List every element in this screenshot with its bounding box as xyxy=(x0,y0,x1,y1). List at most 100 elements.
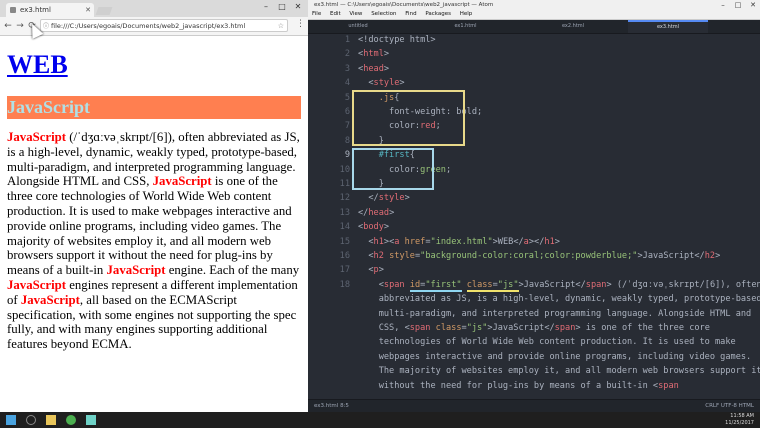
paragraph-text: engine. Each of the many xyxy=(165,263,300,278)
menu-help[interactable]: Help xyxy=(460,11,473,17)
editor-menubar: File Edit View Selection Find Packages H… xyxy=(308,10,760,20)
address-bar-url: file:///C:/Users/egoais/Documents/web2_j… xyxy=(51,22,246,30)
editor-tab[interactable]: ex2.html xyxy=(523,20,623,33)
forward-icon[interactable]: → xyxy=(14,19,26,33)
chrome-menu-icon[interactable]: ⋮ xyxy=(296,19,305,29)
line-number: 4 xyxy=(344,78,350,89)
line-number: 13 xyxy=(339,207,350,218)
code-line: <!doctype html> xyxy=(358,35,436,45)
browser-toolbar: ← → ⟳ ⓘ file:///C:/Users/egoais/Document… xyxy=(0,17,308,36)
line-number: 6 xyxy=(344,107,350,117)
code-line: CSS, <span class="js">JavaScript</span> … xyxy=(378,323,710,333)
maximize-icon[interactable]: □ xyxy=(731,0,745,10)
paragraph-text: is one of the three core technologies of… xyxy=(7,174,292,278)
chrome-icon[interactable] xyxy=(66,415,76,425)
new-tab-button[interactable] xyxy=(95,7,113,15)
browser-tabstrip: ex3.html ✕ – □ ✕ xyxy=(0,0,308,17)
clock-time: 11:58 AM xyxy=(730,413,754,419)
code-line: <style> xyxy=(368,78,405,89)
browser-tab-title: ex3.html xyxy=(20,6,51,14)
line-number: 8 xyxy=(344,135,350,146)
minimize-icon[interactable]: – xyxy=(716,0,730,10)
first-rule-highlight xyxy=(352,148,434,190)
system-clock: 11:58 AM 11/25/2017 xyxy=(725,413,754,427)
js-rule-highlight xyxy=(352,90,465,146)
editor-tabbar: untitled ex1.html ex2.html ex3.html xyxy=(308,20,760,34)
close-window-icon[interactable]: ✕ xyxy=(290,0,306,14)
js-keyword: JavaScript xyxy=(106,263,166,278)
page-icon xyxy=(10,7,16,13)
line-number: 3 xyxy=(344,63,350,74)
page-subheading: JavaScript xyxy=(7,96,301,119)
editor-window: ex3.html — C:\Users\egoais\Documents\web… xyxy=(308,0,760,412)
js-keyword: JavaScript xyxy=(20,292,80,307)
menu-find[interactable]: Find xyxy=(405,11,416,17)
code-line: without the need for plug-ins by means o… xyxy=(378,380,679,391)
editor-statusbar: ex3.html 8:5 CRLF UTF-8 HTML xyxy=(308,399,760,412)
browser-window: ex3.html ✕ – □ ✕ ← → ⟳ ⓘ file:///C:/User… xyxy=(0,0,308,412)
editor-tab[interactable]: untitled xyxy=(308,20,408,33)
line-number: 2 xyxy=(344,49,350,60)
code-line: webpages interactive and provide online … xyxy=(378,351,752,362)
line-number: 14 xyxy=(339,222,350,233)
code-line: </style> xyxy=(368,193,410,204)
menu-file[interactable]: File xyxy=(312,11,321,17)
line-number: 10 xyxy=(339,164,350,175)
code-line: <body> xyxy=(358,222,390,233)
line-number: 17 xyxy=(339,265,350,276)
status-left: ex3.html 8:5 xyxy=(314,403,349,409)
page-paragraph: JavaScript (/ˈdʒɑːvəˌskrɪpt/[6]), often … xyxy=(7,130,301,352)
minimize-icon[interactable]: – xyxy=(258,0,274,14)
line-number: 7 xyxy=(344,121,350,132)
code-editor[interactable]: 1 2 3 4 5 6 7 8 9 10 11 12 13 14 15 16 1… xyxy=(308,33,760,400)
line-number: 11 xyxy=(339,179,350,189)
editor-titlebar: ex3.html — C:\Users\egoais\Documents\web… xyxy=(308,0,760,10)
line-number: 9 xyxy=(344,150,350,161)
code-line: <p> xyxy=(368,265,384,276)
code-line: abbreviated as JS, is a high-level, dyna… xyxy=(378,294,760,305)
line-number: 16 xyxy=(339,251,350,261)
line-number: 12 xyxy=(339,193,350,204)
editor-title: ex3.html — C:\Users\egoais\Documents\web… xyxy=(314,2,494,8)
start-icon[interactable] xyxy=(6,415,16,425)
code-line: <html> xyxy=(358,49,390,60)
editor-tab-active[interactable]: ex3.html xyxy=(628,20,708,33)
atom-icon[interactable] xyxy=(86,415,96,425)
info-icon[interactable]: ⓘ xyxy=(43,20,49,31)
js-keyword: JavaScript xyxy=(7,277,67,292)
page-content: WEB JavaScript JavaScript (/ˈdʒɑːvəˌskrɪ… xyxy=(0,50,308,352)
code-line: </head> xyxy=(358,207,395,218)
status-right: CRLF UTF-8 HTML xyxy=(705,403,754,409)
menu-view[interactable]: View xyxy=(349,11,362,17)
close-window-icon[interactable]: ✕ xyxy=(746,0,760,10)
address-bar[interactable]: ⓘ file:///C:/Users/egoais/Documents/web2… xyxy=(40,19,288,32)
search-icon[interactable] xyxy=(26,415,36,425)
code-line: technologies of World Wide Web content p… xyxy=(378,337,736,348)
line-number: 15 xyxy=(339,236,350,247)
js-keyword: JavaScript xyxy=(7,130,67,144)
line-number: 1 xyxy=(344,35,350,45)
editor-tab[interactable]: ex1.html xyxy=(413,20,518,33)
browser-tab[interactable]: ex3.html ✕ xyxy=(6,3,94,17)
close-tab-icon[interactable]: ✕ xyxy=(85,3,91,17)
clock-date: 11/25/2017 xyxy=(725,420,754,426)
code-line: <h2 style="background-color:coral;color:… xyxy=(368,251,721,261)
code-line: The majority of websites employ it, and … xyxy=(378,366,760,377)
maximize-icon[interactable]: □ xyxy=(274,0,290,14)
taskbar: 11:58 AM 11/25/2017 xyxy=(0,412,760,428)
code-line: <span id="first" class="js">JavaScript</… xyxy=(378,279,760,292)
code-line: <head> xyxy=(358,63,390,74)
page-heading: WEB xyxy=(7,50,301,80)
back-icon[interactable]: ← xyxy=(2,19,14,33)
menu-edit[interactable]: Edit xyxy=(330,11,341,17)
code-line: <h1><a href="index.html">WEB</a></h1> xyxy=(368,236,560,247)
web-link[interactable]: WEB xyxy=(7,50,68,79)
menu-selection[interactable]: Selection xyxy=(371,11,396,17)
line-number: 18 xyxy=(339,279,350,290)
bookmark-star-icon[interactable]: ☆ xyxy=(278,20,284,31)
code-line: multi-paradigm, and interpreted programm… xyxy=(378,308,752,319)
js-keyword: JavaScript xyxy=(152,174,212,189)
line-number: 5 xyxy=(344,92,350,103)
menu-packages[interactable]: Packages xyxy=(425,11,451,17)
file-explorer-icon[interactable] xyxy=(46,415,56,425)
